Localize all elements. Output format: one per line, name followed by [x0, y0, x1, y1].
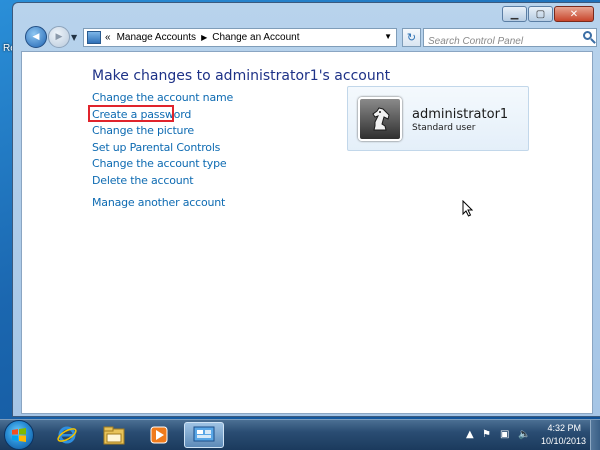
address-dropdown-icon[interactable]: ▼: [384, 32, 392, 41]
taskbar: ▲ ⚑ ▣ 🔈 4:32 PM 10/10/2013: [0, 419, 600, 450]
account-picture: [358, 97, 402, 141]
taskbar-media-player[interactable]: [139, 422, 179, 448]
system-tray: ▲ ⚑ ▣ 🔈 4:32 PM 10/10/2013: [460, 420, 600, 450]
volume-icon[interactable]: 🔈: [518, 429, 530, 440]
taskbar-windows-explorer[interactable]: [94, 422, 134, 448]
account-card: administrator1 Standard user: [347, 86, 529, 151]
breadcrumb-change-an-account[interactable]: Change an Account: [212, 32, 299, 43]
back-arrow-icon: ◀: [32, 32, 40, 42]
refresh-button[interactable]: ↻: [402, 28, 421, 47]
minimize-button[interactable]: ▁: [502, 6, 527, 22]
windows-explorer-icon: [103, 426, 125, 445]
window-controls: ▁ ▢ ✕: [502, 6, 594, 22]
show-hidden-icons-icon[interactable]: ▲: [466, 429, 474, 440]
chess-knight-icon: [372, 107, 390, 131]
mouse-cursor-icon: [462, 199, 474, 221]
account-type: Standard user: [412, 123, 476, 133]
forward-arrow-icon: ▶: [55, 32, 63, 42]
page-title: Make changes to administrator1's account: [92, 68, 391, 84]
start-button[interactable]: [4, 420, 34, 450]
parental-controls-link[interactable]: Set up Parental Controls: [92, 141, 220, 154]
highlight-box: [88, 105, 174, 122]
change-picture-link[interactable]: Change the picture: [92, 124, 194, 137]
show-desktop-button[interactable]: [590, 420, 600, 450]
control-panel-icon: [193, 426, 215, 442]
clock-date[interactable]: 10/10/2013: [541, 436, 586, 446]
control-panel-window: ▁ ▢ ✕ ◀ ▶ ▼ « Manage Accounts ▶ Change a…: [12, 2, 600, 417]
refresh-icon: ↻: [406, 31, 417, 44]
navigation-bar: ◀ ▶ ▼ « Manage Accounts ▶ Change an Acco…: [21, 25, 597, 51]
action-center-flag-icon[interactable]: ⚑: [482, 429, 491, 440]
taskbar-control-panel[interactable]: [184, 422, 224, 448]
search-icon[interactable]: [583, 31, 592, 40]
search-box[interactable]: [423, 28, 597, 50]
main-content: Make changes to administrator1's account…: [21, 51, 593, 414]
network-icon[interactable]: ▣: [500, 429, 509, 440]
manage-another-account-link[interactable]: Manage another account: [92, 196, 225, 209]
clock-time[interactable]: 4:32 PM: [547, 423, 581, 433]
breadcrumb-manage-accounts[interactable]: Manage Accounts: [117, 32, 197, 43]
control-panel-icon: [87, 31, 101, 44]
breadcrumb-separator-icon[interactable]: ▶: [201, 33, 207, 42]
change-account-name-link[interactable]: Change the account name: [92, 91, 233, 104]
address-bar[interactable]: « Manage Accounts ▶ Change an Account ▼: [83, 28, 397, 47]
search-input[interactable]: [424, 33, 580, 50]
back-button[interactable]: ◀: [25, 26, 47, 48]
close-button[interactable]: ✕: [554, 6, 594, 22]
windows-logo-icon: [12, 428, 26, 442]
address-overflow-chevron[interactable]: «: [105, 32, 111, 43]
taskbar-internet-explorer[interactable]: [47, 422, 87, 448]
account-name: administrator1: [412, 107, 509, 122]
maximize-button[interactable]: ▢: [528, 6, 553, 22]
media-player-icon: [150, 426, 168, 444]
change-account-type-link[interactable]: Change the account type: [92, 157, 227, 170]
recent-pages-dropdown-icon[interactable]: ▼: [71, 33, 77, 42]
delete-account-link[interactable]: Delete the account: [92, 174, 194, 187]
internet-explorer-icon: [57, 426, 77, 444]
forward-button[interactable]: ▶: [48, 26, 70, 48]
